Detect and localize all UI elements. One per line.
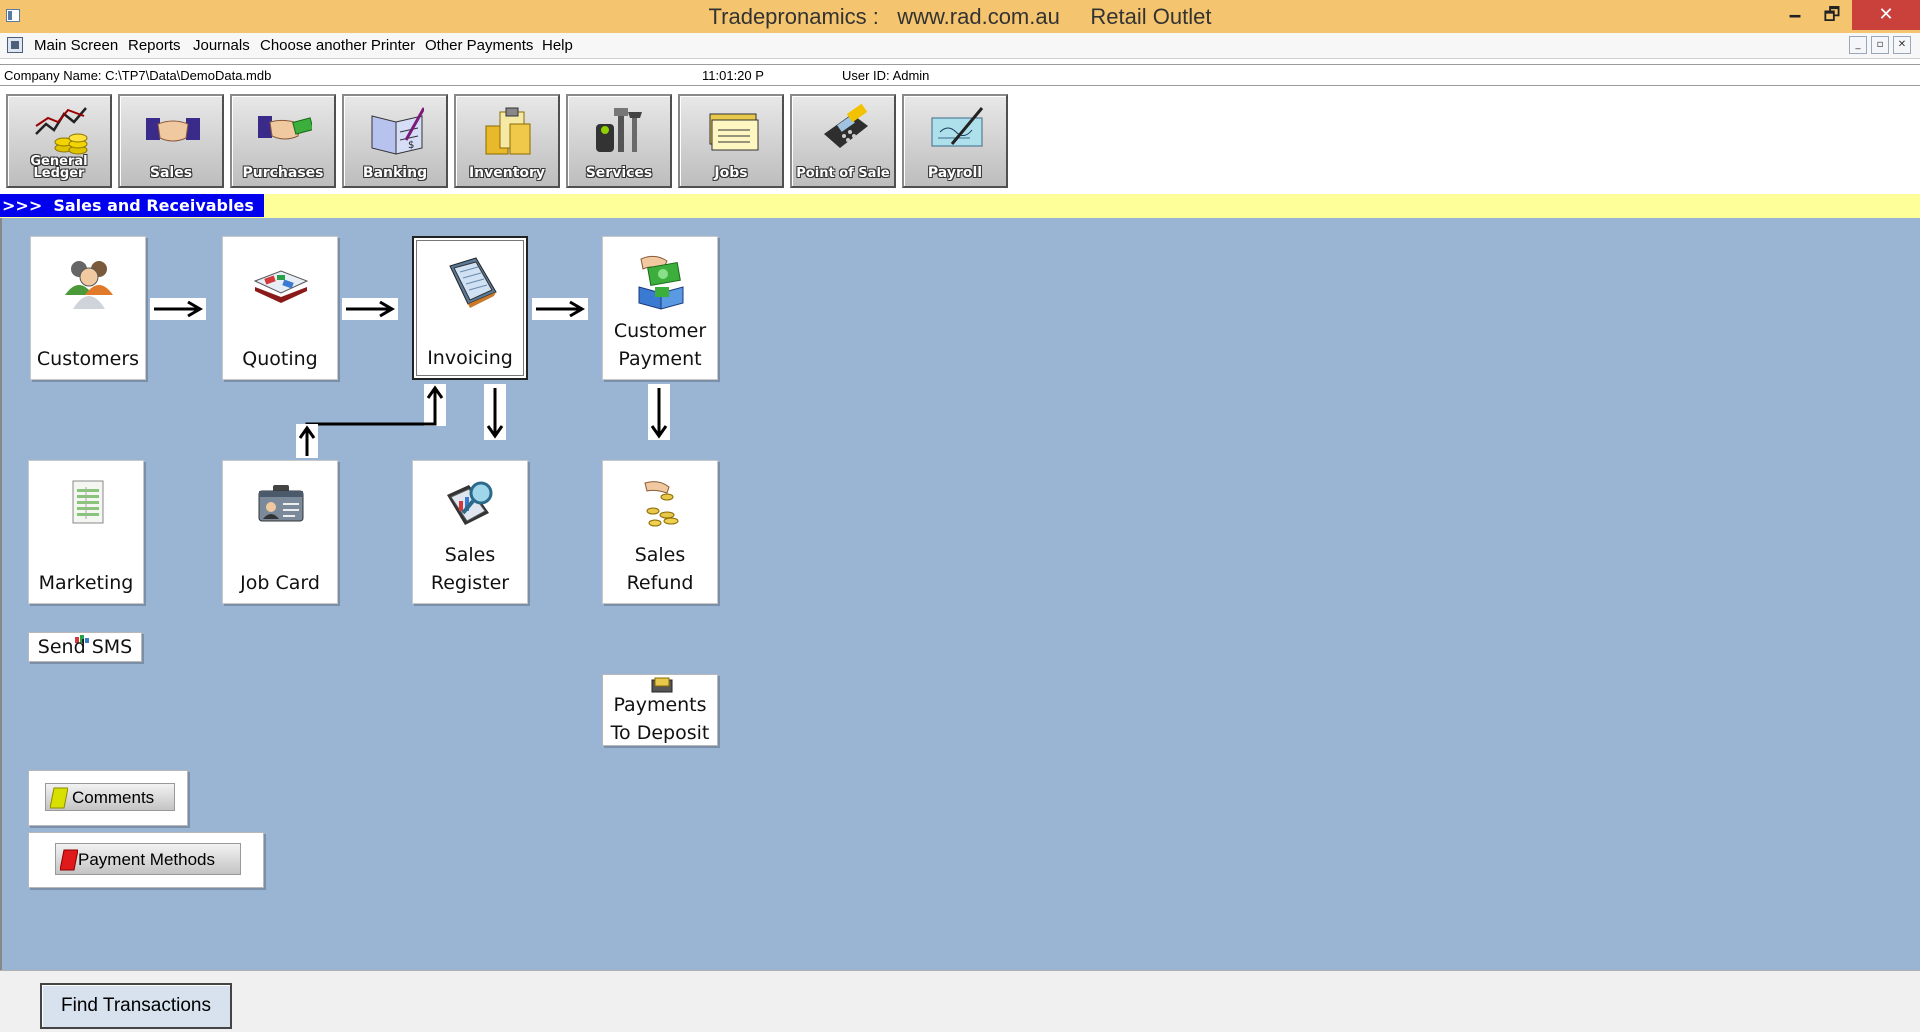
sales-register-tile[interactable]: Sales Register: [412, 460, 528, 604]
banking-button[interactable]: $ Banking: [342, 94, 448, 188]
quoting-tile[interactable]: Quoting: [222, 236, 338, 380]
payments-to-deposit-label: Payments To Deposit: [610, 694, 710, 744]
register-magnifier-icon: [447, 481, 493, 525]
general-ledger-button[interactable]: General Ledger: [6, 94, 112, 188]
id-card-icon: [258, 485, 304, 522]
clipboard-icon: [485, 107, 531, 155]
payment-methods-label: Payment Methods: [78, 850, 216, 869]
payroll-button[interactable]: Payroll: [902, 94, 1008, 188]
payment-methods-inner: Payment Methods: [55, 843, 241, 875]
sales-refund-tile[interactable]: Sales Refund: [602, 460, 718, 604]
handshake-icon: [146, 118, 200, 142]
inventory-label: Inventory: [468, 165, 546, 181]
arrow-invoicing-to-register: [484, 384, 506, 440]
menu-reports[interactable]: Reports: [128, 37, 181, 54]
sales-receivables-panel: Customers Quoting Invoicing Customer Pay…: [0, 218, 1920, 970]
svg-text:$: $: [408, 140, 414, 151]
mdi-restore-button[interactable]: ▫: [1871, 36, 1889, 54]
send-sms-label: Send SMS: [37, 636, 133, 658]
arrow-quoting-to-invoicing: [342, 298, 398, 320]
cheque-pen-icon: [931, 107, 984, 147]
payment-methods-button[interactable]: Payment Methods: [28, 832, 264, 888]
invoicing-tile[interactable]: Invoicing: [412, 236, 528, 380]
maximize-button[interactable]: 🗗: [1811, 0, 1853, 30]
job-card-tile[interactable]: Job Card: [222, 460, 338, 604]
arrow-invoicing-to-payment: [532, 298, 588, 320]
handshake-money-icon: [258, 116, 312, 140]
section-title: >>> Sales and Receivables: [0, 194, 264, 217]
user-id: User ID: Admin: [842, 68, 930, 83]
payroll-label: Payroll: [927, 165, 983, 181]
banking-label: Banking: [362, 165, 428, 181]
sales-button[interactable]: Sales: [118, 94, 224, 188]
general-ledger-icon: [35, 107, 88, 155]
payment-hand-icon: [638, 255, 684, 310]
customer-payment-tile[interactable]: Customer Payment: [602, 236, 718, 380]
clock-time: 11:01:20 P: [702, 68, 764, 83]
application-window: Tradepronamics : www.rad.com.au Retail O…: [0, 0, 1920, 1032]
tools-icon: [596, 108, 642, 152]
jobs-label: Jobs: [714, 165, 748, 181]
marketing-tile[interactable]: Marketing: [28, 460, 144, 604]
sales-refund-label: Sales Refund: [626, 544, 694, 594]
point-of-sale-button[interactable]: Point of Sale: [790, 94, 896, 188]
invoicing-label: Invoicing: [427, 347, 513, 369]
footer-bar: Find Transactions: [0, 970, 1920, 1032]
menu-bar: Main Screen Reports Journals Choose anot…: [0, 33, 1920, 59]
arrow-jobcard-up: [296, 424, 318, 458]
general-ledger-label: General Ledger: [30, 154, 88, 181]
comments-button[interactable]: Comments: [28, 770, 188, 826]
spreadsheet-icon: [72, 480, 104, 524]
marketing-label: Marketing: [38, 572, 134, 594]
payment-methods-icon: [60, 849, 78, 871]
mdi-close-button[interactable]: ✕: [1893, 36, 1911, 54]
comments-label: Comments: [72, 788, 155, 807]
card-terminal-icon: [824, 104, 868, 148]
window-title: Tradepronamics : www.rad.com.au Retail O…: [708, 4, 1212, 29]
menu-help[interactable]: Help: [542, 37, 573, 54]
purchases-button[interactable]: Purchases: [230, 94, 336, 188]
quoting-label: Quoting: [242, 348, 318, 370]
section-header-bar: >>> Sales and Receivables: [0, 194, 1920, 218]
mdi-minimize-button[interactable]: _: [1849, 36, 1867, 54]
title-bar[interactable]: Tradepronamics : www.rad.com.au Retail O…: [0, 0, 1920, 33]
customers-tile[interactable]: Customers: [30, 236, 146, 380]
module-toolbar: General Ledger Sales Purchases $ Banking…: [0, 88, 1920, 193]
document-menu-icon[interactable]: [7, 37, 23, 53]
menu-other-payments[interactable]: Other Payments: [425, 37, 533, 54]
menu-main-screen[interactable]: Main Screen: [34, 37, 118, 54]
services-label: Services: [585, 165, 653, 181]
purchases-label: Purchases: [242, 165, 324, 181]
status-info-bar: Company Name: C:\TP7\Data\DemoData.mdb 1…: [0, 64, 1920, 86]
customer-payment-label: Customer Payment: [613, 320, 707, 370]
company-name: Company Name: C:\TP7\Data\DemoData.mdb: [4, 68, 272, 83]
quoting-book-icon: [253, 270, 309, 303]
customers-icon: [65, 261, 113, 309]
minimize-button[interactable]: 🗕: [1774, 0, 1816, 30]
point-of-sale-label: Point of Sale: [796, 166, 890, 181]
invoicing-book-icon: [449, 257, 497, 308]
menu-choose-printer[interactable]: Choose another Printer: [260, 37, 415, 54]
send-sms-button[interactable]: Send SMS: [28, 632, 142, 662]
cheque-book-icon: $: [371, 107, 424, 155]
find-transactions-button[interactable]: Find Transactions: [40, 983, 232, 1029]
arrow-customers-to-quoting: [150, 298, 206, 320]
comments-note-icon: [50, 787, 68, 809]
close-button[interactable]: ✕: [1852, 0, 1920, 30]
arrow-payment-to-refund: [648, 384, 670, 440]
services-button[interactable]: Services: [566, 94, 672, 188]
customers-label: Customers: [36, 348, 140, 370]
payments-to-deposit-button[interactable]: Payments To Deposit: [602, 674, 718, 746]
cards-icon: [709, 113, 759, 151]
job-card-label: Job Card: [240, 572, 320, 594]
inventory-button[interactable]: Inventory: [454, 94, 560, 188]
sales-register-label: Sales Register: [430, 544, 510, 594]
menu-journals[interactable]: Journals: [193, 37, 250, 54]
connector-line: [305, 418, 437, 432]
coins-hand-icon: [644, 481, 679, 527]
comments-inner: Comments: [45, 783, 175, 811]
sales-label: Sales: [149, 165, 193, 181]
jobs-button[interactable]: Jobs: [678, 94, 784, 188]
